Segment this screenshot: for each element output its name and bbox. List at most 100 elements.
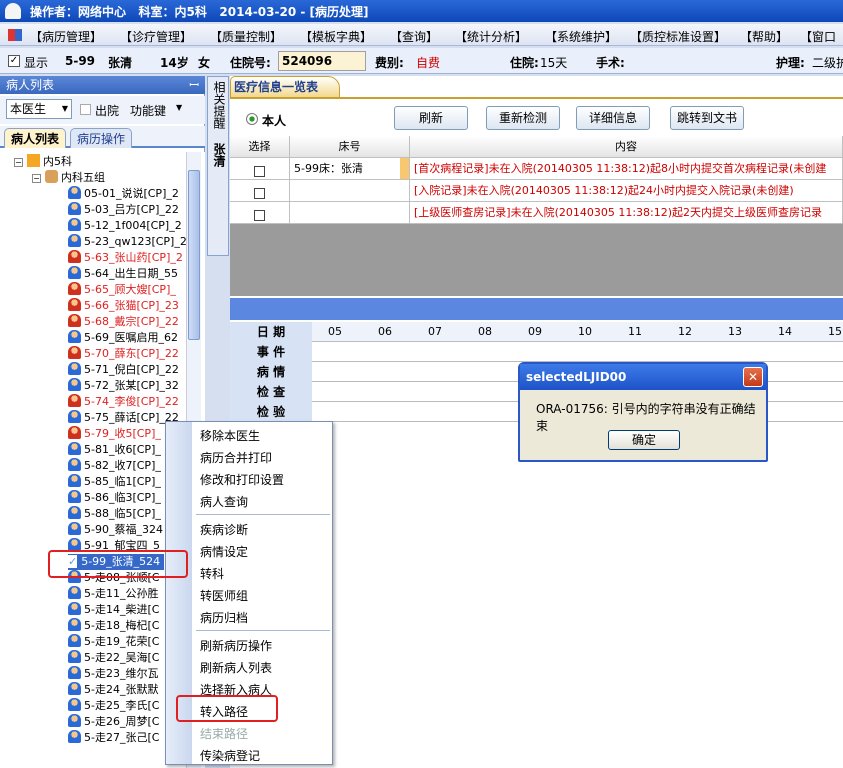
pin-icon[interactable]: ꟷ (189, 76, 199, 94)
collapse-icon[interactable]: − (14, 158, 23, 167)
row-2-content[interactable]: [入院记录]未在入院(20140305 11:38:12)起24小时内提交入院记… (410, 180, 843, 202)
patient-tree-item[interactable]: 5-85_临1[CP]_ (68, 474, 161, 490)
menu-infectious-register[interactable]: 传染病登记 (200, 747, 260, 764)
menu-quality[interactable]: 【质量控制】 (210, 28, 282, 45)
patient-tree-item[interactable]: 5-79_收5[CP]_ (68, 426, 161, 442)
timeline-day: 11 (628, 325, 642, 338)
patient-icon (68, 234, 81, 247)
patient-tree-item[interactable]: 5-75_薛话[CP]_22 (68, 410, 179, 426)
row-checkbox[interactable] (254, 210, 265, 221)
menu-transfer-group[interactable]: 转医师组 (200, 587, 248, 604)
patient-icon (68, 506, 81, 519)
row-checkbox[interactable] (254, 188, 265, 199)
patient-tree-item[interactable]: 5-64_出生日期_55 (68, 266, 178, 282)
patient-tree-item[interactable]: 5-81_收6[CP]_ (68, 442, 161, 458)
patient-icon (68, 218, 81, 231)
self-radio[interactable] (246, 113, 258, 125)
menu-help[interactable]: 【帮助】 (740, 28, 788, 45)
row-label-exam: 检 查 (230, 382, 312, 402)
patient-tree-item[interactable]: 5-72_张某[CP]_32 (68, 378, 179, 394)
row-checkbox[interactable] (254, 166, 265, 177)
ok-button[interactable]: 确定 (608, 430, 680, 450)
patient-label: 5-走22_吴海[C (84, 651, 160, 664)
patient-tree-item[interactable]: 5-23_qw123[CP]_2 (68, 234, 187, 250)
patient-label: 5-走11_公孙胜 (84, 587, 159, 600)
menu-diagnosis[interactable]: 【诊疗管理】 (120, 28, 192, 45)
patient-icon (68, 490, 81, 503)
menu-refresh-patient-list[interactable]: 刷新病人列表 (200, 659, 272, 676)
menu-end-pathway: 结束路径 (200, 727, 249, 741)
patient-tree-item[interactable]: 5-63_张山药[CP]_2 (68, 250, 183, 266)
refresh-button[interactable]: 刷新 (394, 106, 468, 130)
menu-condition-setting[interactable]: 病情设定 (200, 543, 248, 560)
jump-to-document-button[interactable]: 跳转到文书 (670, 106, 744, 130)
patient-tree-item[interactable]: 5-70_薛东[CP]_22 (68, 346, 179, 362)
patient-tree-item[interactable]: 5-03_吕方[CP]_22 (68, 202, 179, 218)
patient-tree-item[interactable]: 5-走27_张己[C (68, 730, 159, 746)
menu-remove-doctor[interactable]: 移除本医生 (200, 427, 260, 444)
patient-tree-item[interactable]: 5-88_临5[CP]_ (68, 506, 161, 522)
patient-tree-item[interactable]: 5-走24_张默默 (68, 682, 158, 698)
menu-query[interactable]: 【查询】 (390, 28, 438, 45)
row-3-content[interactable]: [上级医师查房记录]未在入院(20140305 11:38:12)起2天内提交上… (410, 202, 843, 224)
row-1-content[interactable]: [首次病程记录]未在入院(20140305 11:38:12)起8小时内提交首次… (410, 158, 843, 180)
side-reminder-tab[interactable]: 相关提醒 张清 (207, 76, 229, 256)
close-icon[interactable]: ✕ (743, 367, 763, 387)
patient-tree-item[interactable]: 5-71_倪白[CP]_22 (68, 362, 179, 378)
patient-tree-item[interactable]: 5-66_张猫[CP]_23 (68, 298, 179, 314)
patient-tree-item[interactable]: 5-86_临3[CP]_ (68, 490, 161, 506)
menu-merge-print[interactable]: 病历合并打印 (200, 449, 272, 466)
menu-system[interactable]: 【系统维护】 (545, 28, 617, 45)
tab-record-ops[interactable]: 病历操作 (70, 128, 133, 148)
doctor-filter-select[interactable]: 本医生 ▼ (6, 99, 72, 119)
tab-patient-list[interactable]: 病人列表 (4, 128, 67, 148)
menu-window[interactable]: 【窗口 (800, 28, 836, 45)
discharged-checkbox[interactable] (80, 104, 91, 115)
patient-tree-item[interactable]: 5-90_蔡福_324 (68, 522, 163, 538)
inpatient-no-field[interactable]: 524096 (278, 51, 366, 71)
tab-medical-overview[interactable]: 医疗信息一览表 (230, 76, 340, 98)
menu-stats[interactable]: 【统计分析】 (455, 28, 527, 45)
patient-icon (68, 282, 81, 295)
menu-diagnosis-item[interactable]: 疾病诊断 (200, 521, 248, 538)
menu-print-settings[interactable]: 修改和打印设置 (200, 471, 284, 488)
timeline-day: 05 (328, 325, 342, 338)
patient-tree-item[interactable]: 5-68_戴宗[CP]_22 (68, 314, 179, 330)
row-1-select[interactable] (230, 158, 290, 180)
row-2-select[interactable] (230, 180, 290, 202)
patient-tree-item[interactable]: 5-走25_李氏[C (68, 698, 159, 714)
menu-qc-standard[interactable]: 【质控标准设置】 (630, 28, 726, 45)
patient-label: 5-走19_花荣[C (84, 635, 160, 648)
menu-refresh-record-ops[interactable]: 刷新病历操作 (200, 637, 272, 654)
patient-tree-item[interactable]: 5-走22_吴海[C (68, 650, 159, 666)
patient-tree-item[interactable]: 5-12_1f004[CP]_2 (68, 218, 182, 234)
patient-tree-item[interactable]: 5-走23_维尔瓦 (68, 666, 158, 682)
recheck-button[interactable]: 重新检测 (486, 106, 560, 130)
tree-group-node[interactable]: − 内科五组 (32, 170, 105, 186)
menu-archive[interactable]: 病历归档 (200, 609, 248, 626)
patient-tree-item[interactable]: 5-走14_柴进[C (68, 602, 159, 618)
menu-template[interactable]: 【模板字典】 (300, 28, 372, 45)
menu-transfer-dept[interactable]: 转科 (200, 565, 224, 582)
tree-dept-node[interactable]: − 内5科 (14, 154, 72, 170)
collapse-icon[interactable]: − (32, 174, 41, 183)
detail-button[interactable]: 详细信息 (576, 106, 650, 130)
group-icon (45, 170, 58, 183)
patient-tree-item[interactable]: 5-走26_周梦[C (68, 714, 159, 730)
patient-tree-item[interactable]: 05-01_说说[CP]_2 (68, 186, 179, 202)
show-checkbox[interactable]: ✓ (8, 55, 20, 67)
patient-tree-item[interactable]: 5-82_收7[CP]_ (68, 458, 161, 474)
menu-record-mgmt[interactable]: 【病历管理】 (30, 28, 102, 45)
patient-tree-item[interactable]: 5-65_顾大嫂[CP]_ (68, 282, 176, 298)
patient-tree-item[interactable]: 5-走11_公孙胜 (68, 586, 158, 602)
patient-icon (68, 714, 81, 727)
patient-tree-item[interactable]: 5-69_医嘱启用_62 (68, 330, 178, 346)
row-indicator (400, 158, 410, 180)
patient-tree-item[interactable]: 5-走19_花荣[C (68, 634, 159, 650)
row-3-select[interactable] (230, 202, 290, 224)
function-keys-dropdown[interactable]: 功能键 (130, 102, 166, 119)
patient-tree-item[interactable]: 5-74_李俊[CP]_22 (68, 394, 179, 410)
patient-tree-item[interactable]: 5-走18_梅杞[C (68, 618, 159, 634)
scroll-thumb[interactable] (188, 170, 200, 340)
menu-patient-query[interactable]: 病人查询 (200, 493, 248, 510)
